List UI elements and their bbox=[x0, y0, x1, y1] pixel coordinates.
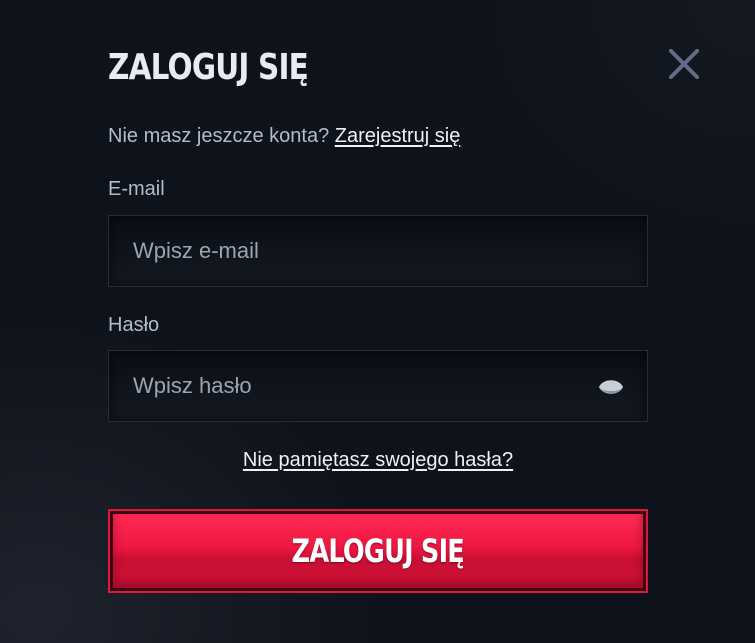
password-input[interactable] bbox=[109, 351, 647, 421]
password-field-box bbox=[108, 350, 648, 422]
signup-link[interactable]: Zarejestruj się bbox=[335, 125, 461, 147]
eye-icon bbox=[599, 380, 623, 394]
forgot-password-row: Nie pamiętasz swojego hasła? bbox=[108, 447, 648, 473]
email-field-box bbox=[108, 215, 648, 287]
login-modal: ZALOGUJ SIĘ Nie masz jeszcze konta? Zare… bbox=[0, 0, 755, 643]
login-button-label: ZALOGUJ SIĘ bbox=[291, 532, 465, 570]
password-label: Hasło bbox=[108, 314, 160, 336]
show-password-toggle[interactable] bbox=[597, 375, 625, 399]
login-button-face: ZALOGUJ SIĘ bbox=[113, 514, 643, 588]
email-label: E-mail bbox=[108, 178, 165, 200]
signup-prompt-text: Nie masz jeszcze konta? bbox=[108, 125, 330, 147]
modal-title: ZALOGUJ SIĘ bbox=[108, 47, 309, 88]
signup-prompt-line: Nie masz jeszcze konta? Zarejestruj się bbox=[108, 123, 460, 149]
close-icon bbox=[669, 49, 699, 79]
close-button[interactable] bbox=[666, 46, 702, 82]
email-input[interactable] bbox=[109, 216, 647, 286]
login-button[interactable]: ZALOGUJ SIĘ bbox=[108, 509, 648, 593]
forgot-password-link[interactable]: Nie pamiętasz swojego hasła? bbox=[243, 449, 513, 471]
